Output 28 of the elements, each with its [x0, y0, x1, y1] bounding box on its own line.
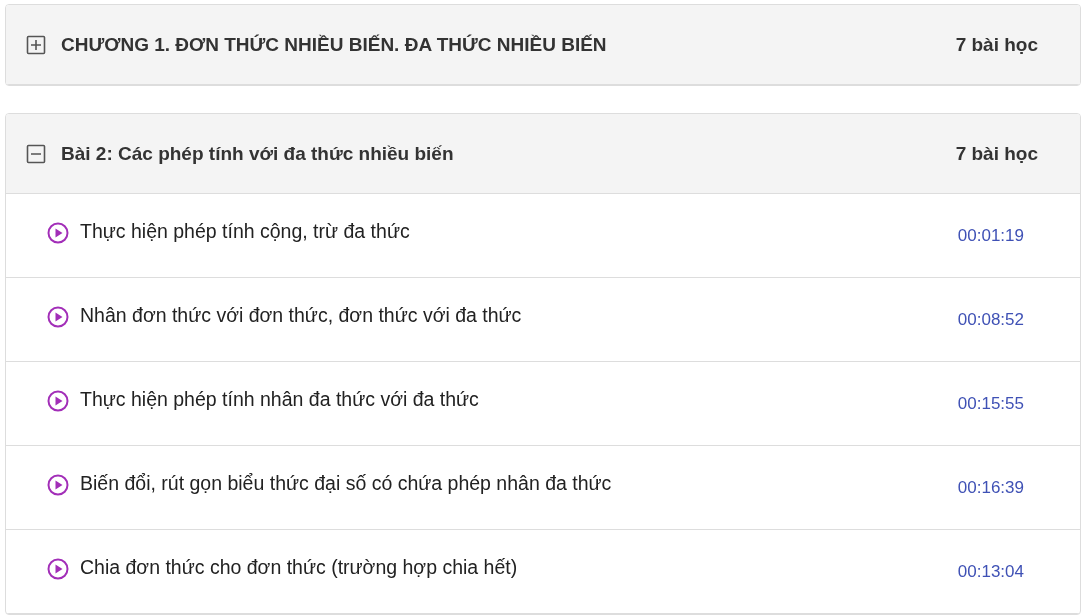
expand-icon [26, 34, 46, 55]
section-title: Bài 2: Các phép tính với đa thức nhiều biến [61, 142, 455, 165]
lesson-title: Biến đổi, rút gọn biểu thức đại số có chứa phép nhân đa thức [80, 472, 613, 495]
lesson-title: Thực hiện phép tính cộng, trừ đa thức [80, 220, 411, 243]
play-icon [47, 221, 69, 244]
collapse-icon [26, 143, 46, 164]
section-title: CHƯƠNG 1. ĐƠN THỨC NHIỀU BIẾN. ĐA THỨC NHIỀU BIẾN [61, 33, 608, 56]
lesson-title: Nhân đơn thức với đơn thức, đơn thức với đa thức [80, 304, 523, 327]
play-icon [47, 389, 69, 412]
lesson-title: Thực hiện phép tính nhân đa thức với đa thức [80, 388, 480, 411]
section-header[interactable]: CHƯƠNG 1. ĐƠN THỨC NHIỀU BIẾN. ĐA THỨC NHIỀU BIẾN 7 bài học [6, 5, 1080, 85]
lesson-row[interactable]: Thực hiện phép tính nhân đa thức với đa thức 00:15:55 [6, 362, 1080, 446]
lesson-duration: 00:08:52 [957, 309, 1024, 330]
lesson-duration: 00:15:55 [957, 393, 1024, 414]
lesson-row[interactable]: Biến đổi, rút gọn biểu thức đại số có chứa phép nhân đa thức 00:16:39 [6, 446, 1080, 530]
lesson-duration: 00:13:04 [957, 561, 1024, 582]
lesson-row[interactable]: Thực hiện phép tính cộng, trừ đa thức 00:01:19 [6, 194, 1080, 278]
play-icon [47, 305, 69, 328]
lesson-count: 7 bài học [955, 142, 1038, 165]
lesson-row[interactable]: Chia đơn thức cho đơn thức (trường hợp chia hết) 00:13:04 [6, 530, 1080, 614]
lesson-count: 7 bài học [955, 33, 1038, 56]
lesson-duration: 00:01:19 [957, 225, 1024, 246]
lesson-duration: 00:16:39 [957, 477, 1024, 498]
play-icon [47, 473, 69, 496]
lesson-row[interactable]: Nhân đơn thức với đơn thức, đơn thức với đa thức 00:08:52 [6, 278, 1080, 362]
lesson-title: Chia đơn thức cho đơn thức (trường hợp chia hết) [80, 556, 519, 579]
play-icon [47, 557, 69, 580]
section-header[interactable]: Bài 2: Các phép tính với đa thức nhiều biến 7 bài học [6, 114, 1080, 194]
